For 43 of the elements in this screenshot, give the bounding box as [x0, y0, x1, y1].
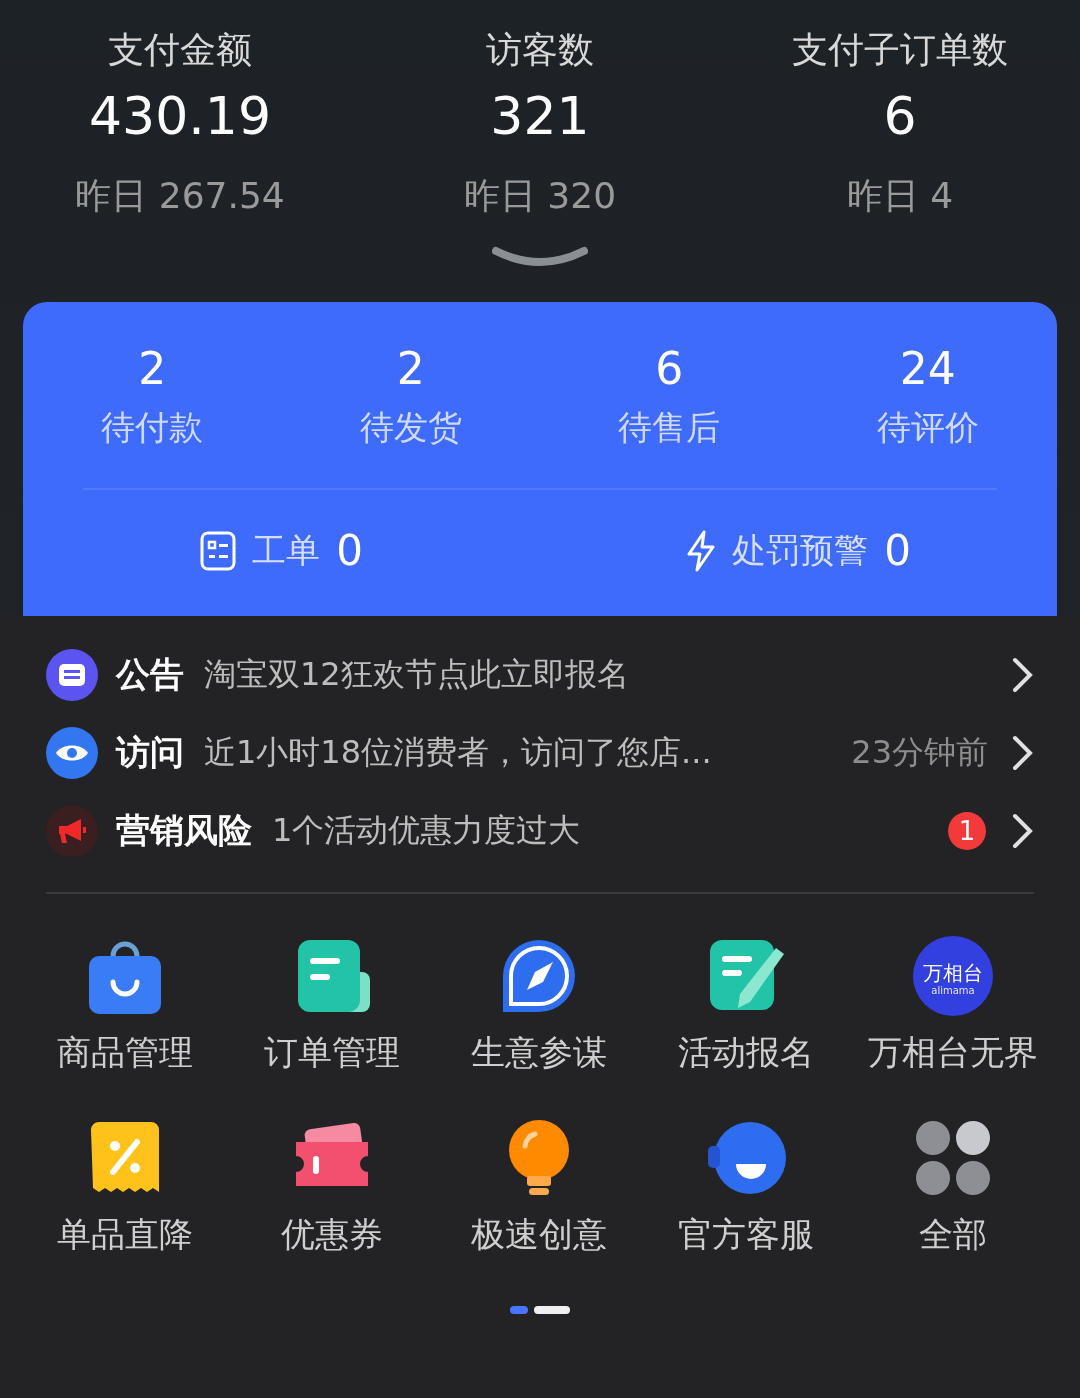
order-count[interactable]: 2 — [138, 340, 167, 398]
chevron-right-icon[interactable] — [1012, 657, 1034, 693]
yesterday-value: 昨日 267.54 — [75, 174, 285, 218]
order-count[interactable]: 24 — [899, 340, 956, 398]
chevron-right-icon[interactable] — [1012, 813, 1034, 849]
tool-label[interactable]: 单品直降 — [56, 1210, 193, 1258]
order-count[interactable]: 6 — [655, 340, 684, 398]
logo-icon: 万相台 alimama — [912, 936, 993, 1016]
tool-label[interactable]: 万相台无界 — [867, 1028, 1038, 1076]
ticket-count[interactable]: 0 — [336, 526, 363, 575]
chevron-down-icon[interactable] — [492, 246, 588, 268]
tool-label[interactable]: 生意参谋 — [470, 1028, 607, 1076]
tool-label[interactable]: 活动报名 — [677, 1028, 814, 1076]
notice-title[interactable]: 访问 — [116, 730, 184, 776]
tool-label[interactable]: 商品管理 — [56, 1028, 193, 1076]
notification-badge: 1 — [948, 812, 986, 850]
stat-value: 321 — [490, 85, 590, 148]
stat-label: 支付子订单数 — [792, 28, 1008, 72]
checklist-icon — [200, 530, 237, 571]
tool-label[interactable]: 优惠券 — [280, 1210, 383, 1258]
yesterday-value: 昨日 4 — [846, 174, 954, 218]
notice-time: 23分钟前 — [851, 732, 988, 773]
tool-label[interactable]: 订单管理 — [263, 1028, 400, 1076]
lightning-icon — [686, 529, 717, 572]
megaphone-icon — [46, 805, 98, 857]
stat-value: 6 — [883, 85, 917, 148]
tool-label[interactable]: 官方客服 — [677, 1210, 814, 1258]
notice-text[interactable]: 近1小时18位消费者，访问了您店... — [204, 731, 852, 775]
order-count[interactable]: 2 — [396, 340, 425, 398]
stat-label: 支付金额 — [108, 28, 252, 72]
notice-text[interactable]: 淘宝双12狂欢节点此立即报名 — [204, 653, 1012, 697]
message-icon — [46, 649, 98, 701]
stat-value: 430.19 — [89, 85, 271, 148]
tool-label[interactable]: 极速创意 — [470, 1210, 607, 1258]
notice-text[interactable]: 1个活动优惠力度过大 — [272, 809, 948, 853]
notice-title[interactable]: 公告 — [116, 652, 184, 698]
stat-label: 访客数 — [486, 28, 594, 72]
notice-title[interactable]: 营销风险 — [116, 808, 252, 854]
yesterday-value: 昨日 320 — [463, 174, 617, 218]
chevron-right-icon[interactable] — [1012, 735, 1034, 771]
eye-icon — [46, 727, 98, 779]
tool-label[interactable]: 全部 — [918, 1210, 987, 1258]
ticket-count[interactable]: 0 — [884, 526, 911, 575]
